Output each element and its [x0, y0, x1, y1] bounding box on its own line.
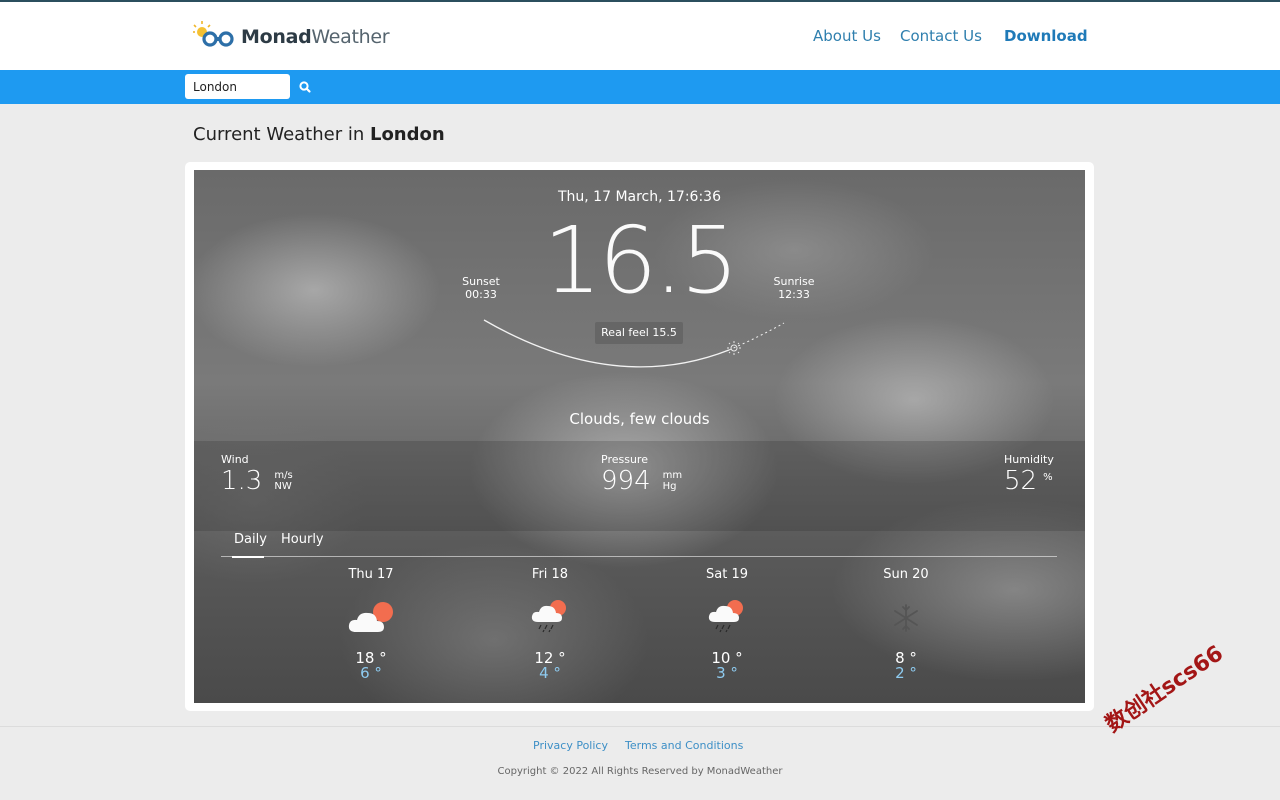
tab-hourly[interactable]: Hourly: [281, 532, 324, 547]
search-icon: [296, 78, 314, 96]
pressure-unit-hg: Hg: [663, 481, 682, 492]
nav-about-us[interactable]: About Us: [813, 27, 881, 45]
weather-panel: Thu, 17 March, 17:6:36 16.5 Sunset 00:33…: [194, 170, 1085, 703]
logo-icon: [193, 20, 239, 54]
footer: Privacy Policy Terms and Conditions Copy…: [0, 726, 1280, 800]
page-title: Current Weather in London: [193, 124, 445, 145]
forecast-low: 2 °: [866, 664, 946, 682]
sunset-time: 00:33: [451, 288, 511, 301]
forecast-day: Sun 20: [866, 567, 946, 582]
tabs-divider: [221, 556, 1057, 557]
forecast-day: Sat 19: [687, 567, 767, 582]
humidity-label: Humidity: [1004, 453, 1054, 466]
sunset-label: Sunset: [451, 275, 511, 288]
humidity-stat: Humidity 52 %: [1004, 453, 1054, 496]
partly-cloudy-sun-icon: [346, 600, 398, 636]
pressure-value: 994: [601, 466, 651, 496]
wind-direction: NW: [274, 481, 292, 492]
search-input[interactable]: [185, 74, 290, 99]
pressure-stat: Pressure 994 mm Hg: [601, 453, 682, 496]
wind-unit-label: m/s: [274, 470, 292, 481]
search-bar: [0, 70, 1280, 104]
header: MonadWeather About Us Contact Us Downloa…: [0, 2, 1280, 70]
logo-text: MonadWeather: [241, 26, 389, 48]
logo-text-light: Weather: [311, 26, 389, 48]
sunset-info: Sunset 00:33: [451, 275, 511, 301]
forecast-day: Thu 17: [331, 567, 411, 582]
logo-text-bold: Monad: [241, 26, 311, 48]
real-feel-badge: Real feel 15.5: [595, 322, 683, 344]
rain-cloud-sun-icon: [707, 598, 749, 634]
sunrise-label: Sunrise: [764, 275, 824, 288]
wind-label: Wind: [221, 453, 293, 466]
page-title-prefix: Current Weather in: [193, 124, 370, 145]
pressure-label: Pressure: [601, 453, 682, 466]
search-button[interactable]: [296, 78, 314, 96]
logo[interactable]: MonadWeather: [193, 20, 389, 54]
copyright-text: Copyright © 2022 All Rights Reserved by …: [0, 766, 1280, 777]
nav-contact-us[interactable]: Contact Us: [900, 27, 982, 45]
terms-link[interactable]: Terms and Conditions: [625, 739, 743, 752]
humidity-unit: %: [1043, 466, 1053, 483]
watermark: 数创社scs66: [1098, 636, 1229, 739]
tab-daily[interactable]: Daily: [234, 532, 267, 547]
wind-stat: Wind 1.3 m/s NW: [221, 453, 293, 496]
snowflake-icon: [891, 603, 921, 633]
pressure-unit: mm Hg: [663, 470, 682, 492]
forecast-low: 4 °: [510, 664, 590, 682]
sunrise-time: 12:33: [764, 288, 824, 301]
sunrise-info: Sunrise 12:33: [764, 275, 824, 301]
page-title-city: London: [370, 124, 445, 145]
humidity-value: 52: [1004, 466, 1037, 496]
privacy-policy-link[interactable]: Privacy Policy: [533, 739, 608, 752]
wind-value: 1.3: [221, 466, 262, 496]
weather-condition: Clouds, few clouds: [194, 410, 1085, 428]
rain-cloud-sun-icon: [530, 598, 572, 634]
forecast-low: 3 °: [687, 664, 767, 682]
tab-active-indicator: [232, 556, 264, 558]
current-temperature: 16.5: [194, 215, 1085, 307]
current-datetime: Thu, 17 March, 17:6:36: [194, 189, 1085, 205]
forecast-low: 6 °: [331, 664, 411, 682]
wind-unit: m/s NW: [274, 470, 292, 492]
nav-download[interactable]: Download: [1004, 27, 1088, 45]
forecast-day: Fri 18: [510, 567, 590, 582]
pressure-unit-mm: mm: [663, 470, 682, 481]
